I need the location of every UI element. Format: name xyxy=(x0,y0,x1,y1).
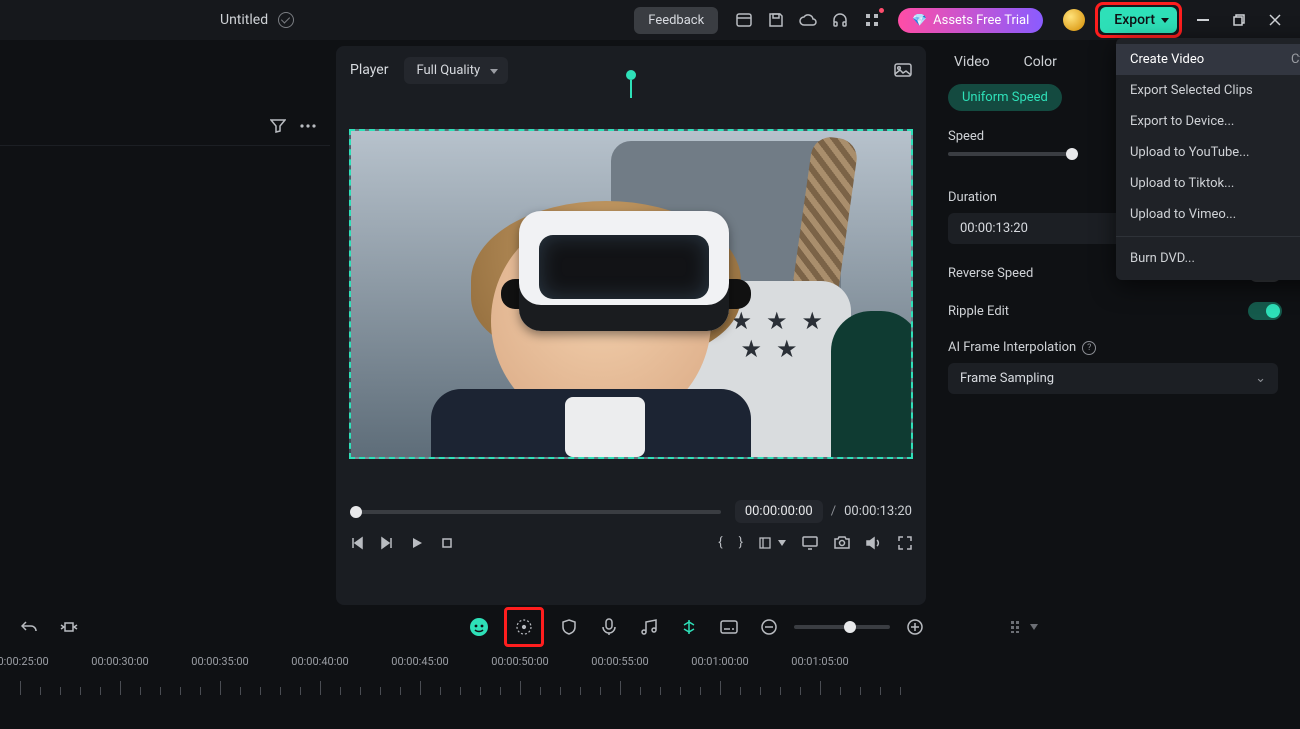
mic-icon[interactable] xyxy=(594,612,624,642)
ruler-label: 00:00:25:00 xyxy=(0,655,49,668)
menu-upload-vimeo[interactable]: Upload to Vimeo... xyxy=(1116,199,1300,230)
tab-video[interactable]: Video xyxy=(954,54,990,70)
music-icon[interactable] xyxy=(634,612,664,642)
fullscreen-button[interactable] xyxy=(898,536,912,550)
window-close[interactable] xyxy=(1260,6,1290,34)
assets-trial-button[interactable]: 💎 Assets Free Trial xyxy=(898,8,1043,33)
caption-icon[interactable] xyxy=(714,612,744,642)
camera-icon[interactable] xyxy=(834,536,850,549)
snapshot-icon[interactable] xyxy=(894,63,912,77)
zoom-slider[interactable] xyxy=(794,625,890,629)
player-label: Player xyxy=(350,62,388,78)
export-highlight: Export xyxy=(1095,2,1182,38)
frame-fit-icon[interactable] xyxy=(54,612,84,642)
preview-panel: Player Full Quality ★ ★ ★ ★ ★ xyxy=(336,46,926,605)
cloud-icon[interactable] xyxy=(794,6,822,34)
menu-export-selected[interactable]: Export Selected Clips xyxy=(1116,75,1300,106)
ruler-label: 00:00:50:00 xyxy=(491,655,548,668)
speed-tool-highlight xyxy=(504,607,544,647)
prev-frame-button[interactable] xyxy=(350,536,364,550)
ripple-edit-toggle[interactable] xyxy=(1248,302,1282,320)
current-time: 00:00:00:00 xyxy=(735,500,823,523)
user-avatar[interactable] xyxy=(1063,9,1085,31)
menu-export-selected-label: Export Selected Clips xyxy=(1130,83,1253,98)
menu-burn-dvd-label: Burn DVD... xyxy=(1130,251,1195,266)
clip-ratio-button[interactable] xyxy=(759,537,786,549)
document-title: Untitled xyxy=(220,12,268,28)
headphones-icon[interactable] xyxy=(826,6,854,34)
preview-canvas[interactable]: ★ ★ ★ ★ ★ xyxy=(349,129,913,459)
ruler-label: 00:00:35:00 xyxy=(191,655,248,668)
timeline-toolbar xyxy=(0,605,1300,649)
menu-upload-tiktok-label: Upload to Tiktok... xyxy=(1130,176,1234,191)
seek-slider[interactable] xyxy=(350,510,721,514)
ruler-label: 00:00:40:00 xyxy=(291,655,348,668)
stop-button[interactable] xyxy=(440,536,454,550)
apps-icon[interactable] xyxy=(858,6,886,34)
ai-interp-select[interactable]: Frame Sampling ⌄ xyxy=(948,363,1278,394)
display-button[interactable] xyxy=(802,536,818,550)
layout-icon[interactable] xyxy=(730,6,758,34)
play-button[interactable] xyxy=(410,536,424,550)
zoom-out-button[interactable] xyxy=(754,612,784,642)
ai-interp-label: AI Frame Interpolation xyxy=(948,340,1076,355)
tab-color[interactable]: Color xyxy=(1024,54,1057,70)
sync-status-icon xyxy=(278,12,294,28)
window-maximize[interactable] xyxy=(1224,6,1254,34)
reverse-speed-label: Reverse Speed xyxy=(948,266,1033,281)
mark-out-button[interactable]: } xyxy=(739,535,743,550)
ruler-label: 00:00:55:00 xyxy=(591,655,648,668)
feedback-button[interactable]: Feedback xyxy=(634,7,718,34)
export-label: Export xyxy=(1114,12,1155,28)
menu-create-video-label: Create Video xyxy=(1130,52,1204,67)
titlebar: Untitled Feedback 💎 Assets Free Trial Exp… xyxy=(0,0,1300,40)
media-panel xyxy=(0,40,330,605)
chevron-down-icon: ⌄ xyxy=(1255,371,1266,386)
save-icon[interactable] xyxy=(762,6,790,34)
volume-button[interactable] xyxy=(866,536,882,550)
uniform-speed-chip[interactable]: Uniform Speed xyxy=(948,84,1062,111)
menu-upload-youtube-label: Upload to YouTube... xyxy=(1130,145,1249,160)
menu-create-video[interactable]: Create Video Ctrl+E xyxy=(1116,44,1300,75)
ripple-edit-label: Ripple Edit xyxy=(948,304,1009,319)
video-frame: ★ ★ ★ ★ ★ xyxy=(351,131,911,457)
menu-burn-dvd[interactable]: Burn DVD... xyxy=(1116,243,1300,274)
info-icon[interactable]: ? xyxy=(1082,341,1096,355)
ruler-label: 00:01:00:00 xyxy=(691,655,748,668)
assets-trial-label: Assets Free Trial xyxy=(933,13,1029,28)
track-view-icon[interactable] xyxy=(1010,620,1038,634)
speed-tool-icon[interactable] xyxy=(509,612,539,642)
ruler-label: 00:00:30:00 xyxy=(91,655,148,668)
shield-icon[interactable] xyxy=(554,612,584,642)
menu-upload-vimeo-label: Upload to Vimeo... xyxy=(1130,207,1236,222)
ruler-label: 00:00:45:00 xyxy=(391,655,448,668)
filter-icon[interactable] xyxy=(270,119,286,133)
mark-in-button[interactable]: { xyxy=(718,535,722,550)
ai-icon[interactable] xyxy=(464,612,494,642)
menu-separator xyxy=(1116,236,1300,237)
export-button[interactable]: Export xyxy=(1100,7,1177,33)
ruler-label: 00:01:05:00 xyxy=(791,655,848,668)
quality-select[interactable]: Full Quality xyxy=(404,57,508,84)
timeline-ruler[interactable]: 00:00:25:00 00:00:30:00 00:00:35:00 00:00:4… xyxy=(0,649,1300,709)
snap-icon[interactable] xyxy=(674,612,704,642)
window-minimize[interactable] xyxy=(1188,6,1218,34)
total-time: 00:00:13:20 xyxy=(844,504,912,519)
gem-icon: 💎 xyxy=(912,13,927,27)
menu-upload-youtube[interactable]: Upload to YouTube... xyxy=(1116,137,1300,168)
menu-upload-tiktok[interactable]: Upload to Tiktok... xyxy=(1116,168,1300,199)
time-separator: / xyxy=(831,504,836,519)
menu-create-video-shortcut: Ctrl+E xyxy=(1291,52,1300,67)
export-menu: Create Video Ctrl+E Export Selected Clips… xyxy=(1116,38,1300,280)
ai-interp-value: Frame Sampling xyxy=(960,371,1054,386)
menu-export-device[interactable]: Export to Device... xyxy=(1116,106,1300,137)
undo-icon[interactable] xyxy=(14,612,44,642)
zoom-in-button[interactable] xyxy=(900,612,930,642)
rotate-handle[interactable] xyxy=(626,70,636,98)
more-icon[interactable] xyxy=(300,124,316,128)
menu-export-device-label: Export to Device... xyxy=(1130,114,1234,129)
next-frame-button[interactable] xyxy=(380,536,394,550)
